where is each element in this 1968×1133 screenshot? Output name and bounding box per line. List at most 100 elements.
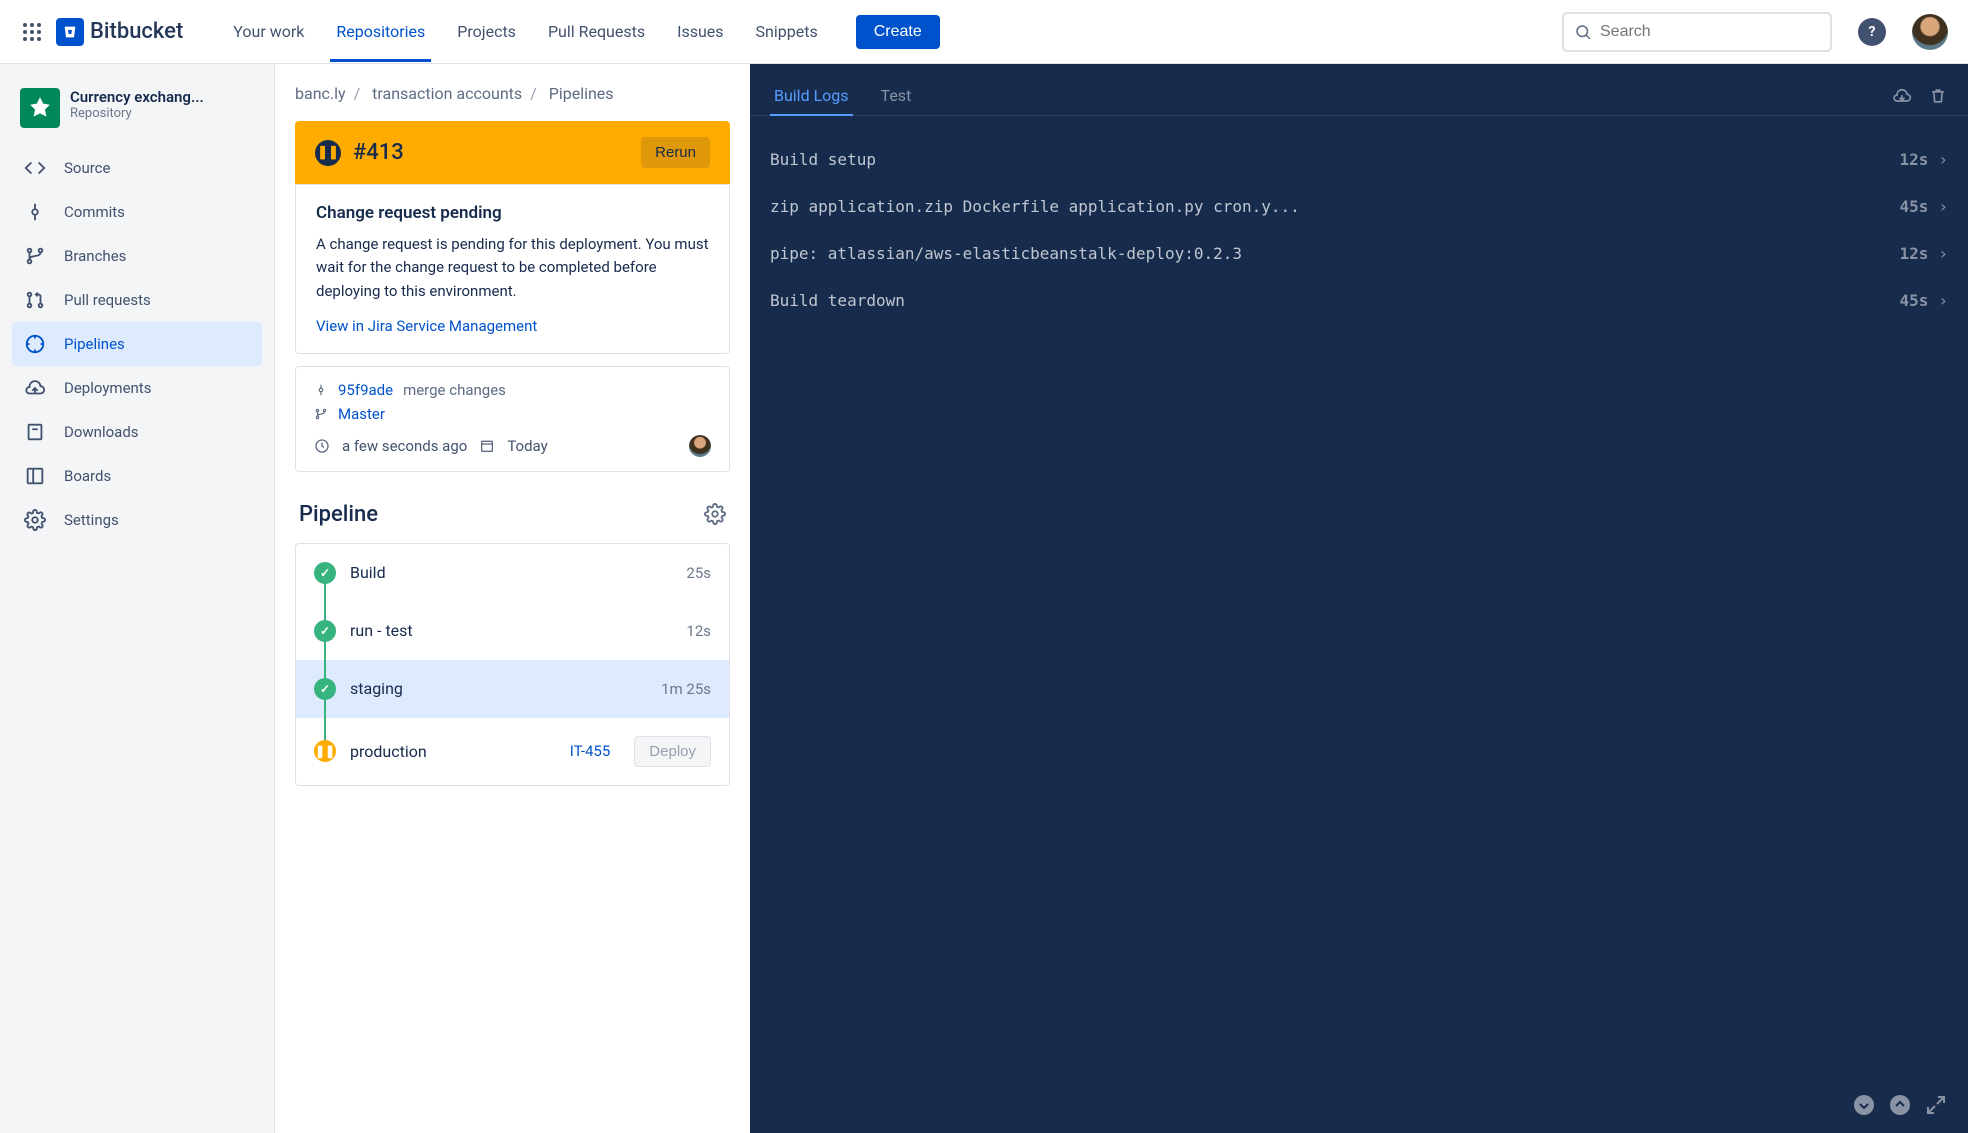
sidebar-item-pull-requests[interactable]: Pull requests <box>12 278 262 322</box>
clock-icon <box>314 438 330 454</box>
top-nav: Your work Repositories Projects Pull Req… <box>219 2 831 61</box>
commit-date: Today <box>507 437 547 455</box>
status-ok-icon: ✓ <box>314 620 336 642</box>
user-avatar[interactable] <box>1912 14 1948 50</box>
breadcrumb-item[interactable]: Pipelines <box>549 84 614 103</box>
issue-link[interactable]: IT-455 <box>570 742 611 760</box>
sidebar-item-label: Settings <box>64 511 119 529</box>
download-logs-icon[interactable] <box>1892 86 1912 106</box>
log-line[interactable]: pipe: atlassian/aws-elasticbeanstalk-dep… <box>770 230 1948 277</box>
create-button[interactable]: Create <box>856 15 940 49</box>
download-icon <box>24 421 46 443</box>
log-line[interactable]: Build setup 12s › <box>770 136 1948 183</box>
commit-age: a few seconds ago <box>342 437 467 455</box>
expand-icon[interactable] <box>1924 1093 1948 1117</box>
sidebar-item-label: Commits <box>64 203 125 221</box>
commit-icon <box>314 383 328 397</box>
chevron-right-icon: › <box>1938 244 1948 263</box>
sidebar: Currency exchang... Repository Source Co… <box>0 64 275 1133</box>
search-icon <box>1574 23 1592 41</box>
repo-header[interactable]: Currency exchang... Repository <box>12 84 262 146</box>
sidebar-item-label: Pull requests <box>64 291 151 309</box>
scroll-up-icon[interactable] <box>1888 1093 1912 1117</box>
nav-repositories[interactable]: Repositories <box>322 2 439 61</box>
sidebar-item-label: Boards <box>64 467 111 485</box>
sidebar-item-source[interactable]: Source <box>12 146 262 190</box>
pipeline-section-title: Pipeline <box>295 494 730 543</box>
status-ok-icon: ✓ <box>314 678 336 700</box>
breadcrumb-item[interactable]: transaction accounts <box>372 84 522 103</box>
pipelines-icon <box>24 333 46 355</box>
repo-type: Repository <box>70 106 204 121</box>
sidebar-item-boards[interactable]: Boards <box>12 454 262 498</box>
help-icon[interactable]: ? <box>1858 18 1886 46</box>
nav-issues[interactable]: Issues <box>663 2 737 61</box>
status-ok-icon: ✓ <box>314 562 336 584</box>
commit-hash[interactable]: 95f9ade <box>338 381 393 399</box>
sidebar-item-deployments[interactable]: Deployments <box>12 366 262 410</box>
code-icon <box>24 157 46 179</box>
notice-title: Change request pending <box>316 203 709 223</box>
commit-icon <box>24 201 46 223</box>
rerun-button[interactable]: Rerun <box>641 137 710 168</box>
stage-staging[interactable]: ✓ staging 1m 25s <box>296 660 729 718</box>
sidebar-item-label: Deployments <box>64 379 151 397</box>
topbar: Bitbucket Your work Repositories Project… <box>0 0 1968 64</box>
breadcrumb-item[interactable]: banc.ly <box>295 84 346 103</box>
center-panel: banc.ly/ transaction accounts/ Pipelines… <box>275 64 750 1133</box>
log-line[interactable]: zip application.zip Dockerfile applicati… <box>770 183 1948 230</box>
sidebar-item-label: Branches <box>64 247 126 265</box>
sidebar-item-pipelines[interactable]: Pipelines <box>12 322 262 366</box>
stage-run-test[interactable]: ✓ run - test 12s <box>296 602 729 660</box>
branch-icon <box>314 407 328 421</box>
sidebar-item-commits[interactable]: Commits <box>12 190 262 234</box>
deploy-button[interactable]: Deploy <box>634 736 711 767</box>
commit-card: 95f9ade merge changes Master a few secon… <box>295 366 730 472</box>
sidebar-item-settings[interactable]: Settings <box>12 498 262 542</box>
gear-icon <box>24 509 46 531</box>
tab-build-logs[interactable]: Build Logs <box>770 76 853 115</box>
search-box[interactable] <box>1562 12 1832 52</box>
branch-name[interactable]: Master <box>338 405 385 423</box>
logs-tabs: Build Logs Test <box>750 64 1968 116</box>
sidebar-item-branches[interactable]: Branches <box>12 234 262 278</box>
chevron-right-icon: › <box>1938 150 1948 169</box>
author-avatar[interactable] <box>689 435 711 457</box>
log-line[interactable]: Build teardown 45s › <box>770 277 1948 324</box>
sidebar-item-downloads[interactable]: Downloads <box>12 410 262 454</box>
breadcrumb: banc.ly/ transaction accounts/ Pipelines <box>295 84 730 103</box>
status-pause-icon: ❚❚ <box>314 740 336 762</box>
board-icon <box>24 465 46 487</box>
pause-status-icon: ❚❚ <box>315 140 341 166</box>
nav-your-work[interactable]: Your work <box>219 2 318 61</box>
repo-name: Currency exchang... <box>70 88 204 106</box>
product-name: Bitbucket <box>90 19 183 44</box>
stage-build[interactable]: ✓ Build 25s <box>296 544 729 602</box>
run-number: #413 <box>353 140 629 165</box>
calendar-icon <box>479 438 495 454</box>
delete-logs-icon[interactable] <box>1928 86 1948 106</box>
nav-pull-requests[interactable]: Pull Requests <box>534 2 659 61</box>
scroll-down-icon[interactable] <box>1852 1093 1876 1117</box>
pull-request-icon <box>24 289 46 311</box>
pipeline-settings-icon[interactable] <box>704 503 726 525</box>
search-input[interactable] <box>1600 23 1820 41</box>
notice-body: A change request is pending for this dep… <box>316 233 709 303</box>
jsm-link[interactable]: View in Jira Service Management <box>316 317 537 335</box>
apps-grid-icon[interactable] <box>20 20 44 44</box>
tab-test[interactable]: Test <box>877 76 916 115</box>
chevron-right-icon: › <box>1938 291 1948 310</box>
run-header: ❚❚ #413 Rerun <box>295 121 730 184</box>
branch-icon <box>24 245 46 267</box>
nav-projects[interactable]: Projects <box>443 2 530 61</box>
pipeline-stages: ✓ Build 25s ✓ run - test 12s ✓ staging 1… <box>295 543 730 786</box>
change-request-card: Change request pending A change request … <box>295 184 730 354</box>
logs-panel: Build Logs Test Build setup 12s › zip ap… <box>750 64 1968 1133</box>
sidebar-item-label: Downloads <box>64 423 139 441</box>
chevron-right-icon: › <box>1938 197 1948 216</box>
product-logo[interactable]: Bitbucket <box>56 18 183 46</box>
cloud-icon <box>24 377 46 399</box>
nav-snippets[interactable]: Snippets <box>742 2 832 61</box>
stage-production[interactable]: ❚❚ production IT-455 Deploy <box>296 718 729 785</box>
repo-icon <box>20 88 60 128</box>
